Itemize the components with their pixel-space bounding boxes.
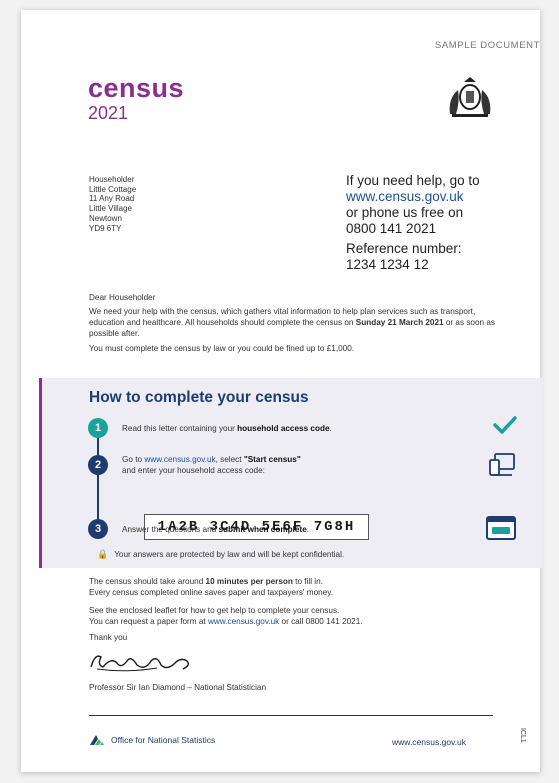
online-line: Every census completed online saves pape… xyxy=(89,588,333,597)
help-line: If you need help, go to xyxy=(346,173,480,188)
address-line: 11 Any Road xyxy=(89,194,135,204)
steps-connector xyxy=(97,431,99,526)
step-1-badge: 1 xyxy=(88,418,108,438)
census-letter: SAMPLE DOCUMENT census 2021 Householder … xyxy=(21,10,543,772)
address-line: Householder xyxy=(89,175,135,184)
census-logo-year: 2021 xyxy=(88,103,129,123)
duration-line: The census should take around 10 minutes… xyxy=(89,577,323,586)
address-line: YD9 6TY xyxy=(89,223,122,233)
lock-icon: 🔒 xyxy=(97,549,109,559)
step-2-website-link[interactable]: www.census.gov.uk xyxy=(144,455,215,464)
address-line: Little Cottage xyxy=(89,184,137,194)
step-1-text: Read this letter containing your househo… xyxy=(122,424,332,433)
help-phone: 0800 141 2021 xyxy=(346,221,437,236)
reference-label: Reference number: xyxy=(346,241,462,256)
census-logo-word: census xyxy=(88,73,185,103)
help-line: or phone us free on xyxy=(346,205,464,220)
submit-screen-icon xyxy=(486,516,516,540)
ons-logo: Office for National Statistics xyxy=(89,734,215,746)
footer-divider xyxy=(89,715,493,716)
legal-paragraph: You must complete the census by law or y… xyxy=(89,344,355,353)
leaflet-line: See the enclosed leaflet for how to get … xyxy=(89,606,340,615)
recipient-address: Householder Little Cottage 11 Any Road L… xyxy=(89,175,136,233)
paper-form-line: You can request a paper form at www.cens… xyxy=(89,617,363,626)
help-block: If you need help, go to www.census.gov.u… xyxy=(346,173,480,273)
how-to-title: How to complete your census xyxy=(89,389,309,406)
step-3-badge: 3 xyxy=(88,519,108,539)
royal-crest-icon xyxy=(449,77,491,117)
intro-paragraph: We need your help with the census, which… xyxy=(89,307,496,338)
step-2-text-line2: and enter your household access code: xyxy=(122,466,265,475)
thank-you: Thank you xyxy=(89,633,128,642)
checkmark-icon xyxy=(493,416,517,434)
reference-number: 1234 1234 12 xyxy=(346,257,429,272)
step-2-badge: 2 xyxy=(88,455,108,475)
how-to-complete-panel: How to complete your census 1 Read this … xyxy=(39,378,543,568)
salutation: Dear Householder xyxy=(89,293,156,302)
signatory-name: Professor Sir Ian Diamond – National Sta… xyxy=(89,683,267,692)
step-2-text-line1: Go to www.census.gov.uk, select "Start c… xyxy=(122,455,301,464)
help-website-link[interactable]: www.census.gov.uk xyxy=(346,189,480,205)
ons-mark-icon xyxy=(90,735,104,745)
signature-image xyxy=(90,655,190,672)
protection-note: 🔒 Your answers are protected by law and w… xyxy=(97,549,345,559)
ons-name: Office for National Statistics xyxy=(111,735,216,745)
footer-website-link[interactable]: www.census.gov.uk xyxy=(392,737,466,747)
devices-icon xyxy=(489,453,515,476)
step-3-text: Answer the questions and submit when com… xyxy=(122,525,310,534)
sample-document-label: SAMPLE DOCUMENT xyxy=(434,40,540,51)
document-code: ICL1 xyxy=(519,728,526,743)
address-line: Newtown xyxy=(89,213,122,223)
paper-form-link[interactable]: www.census.gov.uk xyxy=(208,617,279,626)
address-line: Little Village xyxy=(89,204,132,214)
